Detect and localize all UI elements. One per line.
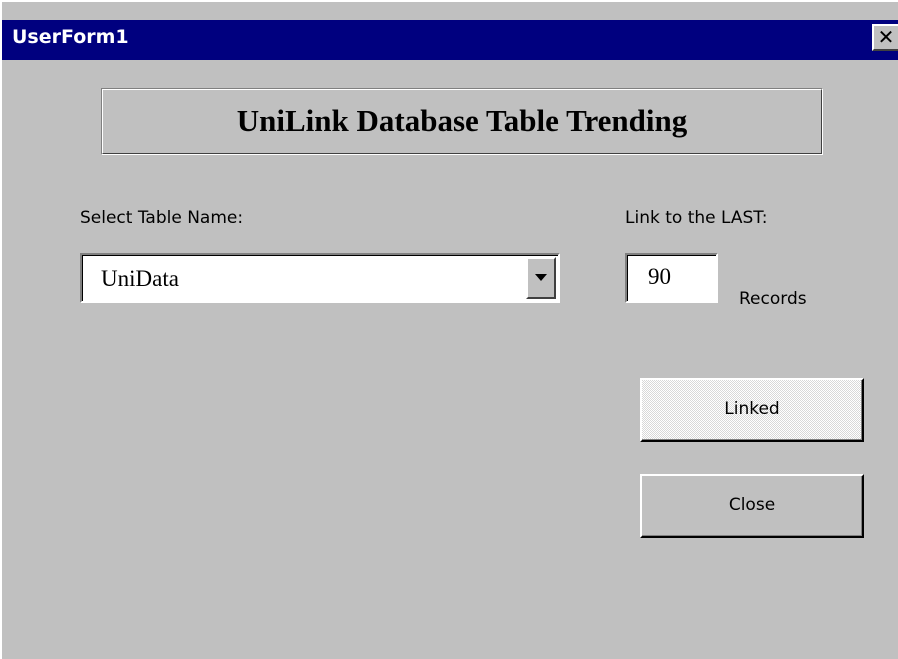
linked-button[interactable]: Linked <box>640 378 864 442</box>
close-icon: ✕ <box>877 25 895 49</box>
title-close-button[interactable]: ✕ <box>872 24 898 51</box>
table-name-dropdown-button[interactable] <box>526 257 556 299</box>
records-count-input[interactable]: 90 <box>625 253 718 303</box>
table-name-value[interactable]: UniData <box>101 265 179 293</box>
table-name-combobox[interactable]: UniData <box>80 253 560 303</box>
link-last-label: Link to the LAST: <box>625 208 768 228</box>
userform-window: UserForm1 ✕ UniLink Database Table Trend… <box>0 0 898 659</box>
page-title: UniLink Database Table Trending <box>236 103 688 138</box>
title-bar[interactable]: UserForm1 ✕ <box>2 20 898 60</box>
heading-frame-inner: UniLink Database Table Trending <box>102 89 822 154</box>
heading-frame: UniLink Database Table Trending <box>101 88 823 155</box>
records-unit-label: Records <box>739 289 807 309</box>
form-client-area: UniLink Database Table Trending Select T… <box>2 60 898 659</box>
close-button[interactable]: Close <box>640 474 864 538</box>
select-table-label: Select Table Name: <box>80 208 244 228</box>
window-title: UserForm1 <box>12 26 129 48</box>
chevron-down-icon <box>535 274 547 281</box>
records-count-value[interactable]: 90 <box>648 263 671 291</box>
